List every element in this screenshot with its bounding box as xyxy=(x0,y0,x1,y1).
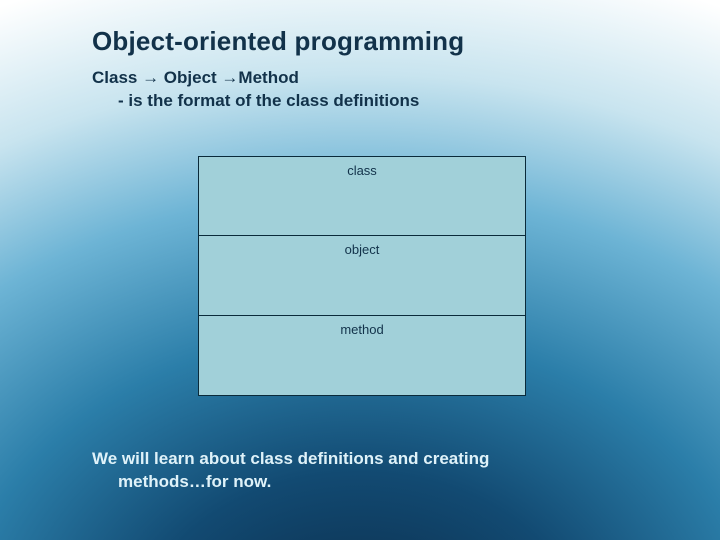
box-class: class xyxy=(198,156,526,236)
box-object: object xyxy=(198,236,526,316)
subtitle-line1: Class → Object →Method xyxy=(92,68,299,87)
slide-subtitle: Class → Object →Method - is the format o… xyxy=(92,67,652,113)
footer-line1: We will learn about class definitions an… xyxy=(92,449,489,468)
box-method: method xyxy=(198,316,526,396)
diagram-boxes: class object method xyxy=(198,156,526,396)
slide-content: Object-oriented programming Class → Obje… xyxy=(92,26,652,113)
slide-title: Object-oriented programming xyxy=(92,26,652,57)
footer-line2: methods…for now. xyxy=(92,471,652,494)
subtitle-line2: - is the format of the class definitions xyxy=(92,90,652,113)
footer-text: We will learn about class definitions an… xyxy=(92,448,652,494)
